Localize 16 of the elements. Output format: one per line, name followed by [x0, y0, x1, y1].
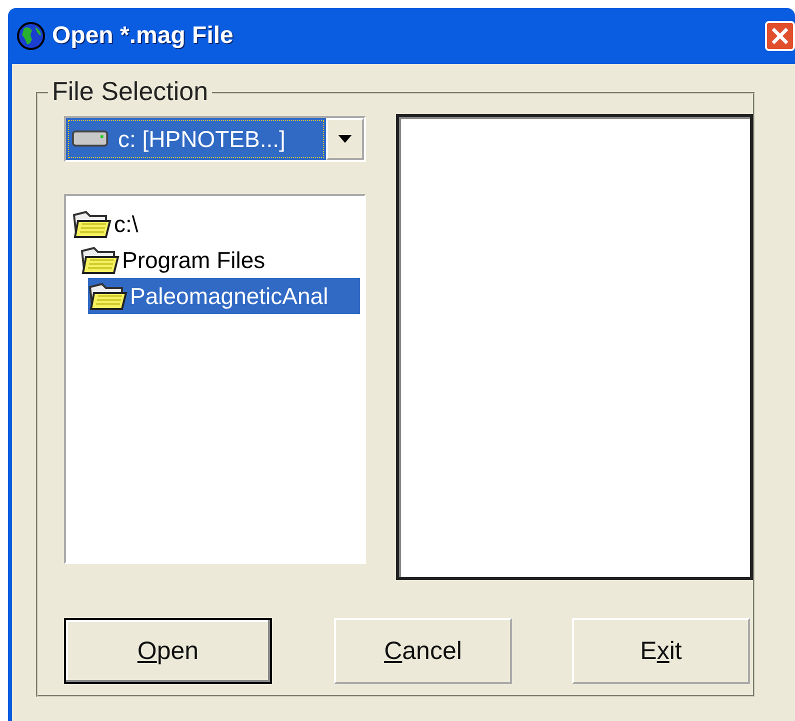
- close-icon: [770, 26, 790, 46]
- dropdown-arrow-icon: [338, 134, 352, 144]
- window-title: Open *.mag File: [52, 22, 234, 50]
- folder-item[interactable]: Program Files: [80, 242, 360, 278]
- close-button[interactable]: [765, 21, 795, 51]
- folder-item[interactable]: c:\: [72, 206, 360, 242]
- folder-icon: [88, 281, 128, 311]
- folder-item[interactable]: PaleomagneticAnal: [88, 278, 360, 314]
- drive-dropdown[interactable]: c: [HPNOTEB...]: [64, 116, 366, 162]
- globe-icon: [16, 21, 46, 51]
- folder-icon: [72, 209, 112, 239]
- dialog-button[interactable]: Cancel: [334, 618, 512, 684]
- folder-icon: [80, 245, 120, 275]
- dialog-button[interactable]: Exit: [572, 618, 750, 684]
- drive-icon: [72, 129, 110, 149]
- dialog-button[interactable]: Open: [64, 618, 272, 684]
